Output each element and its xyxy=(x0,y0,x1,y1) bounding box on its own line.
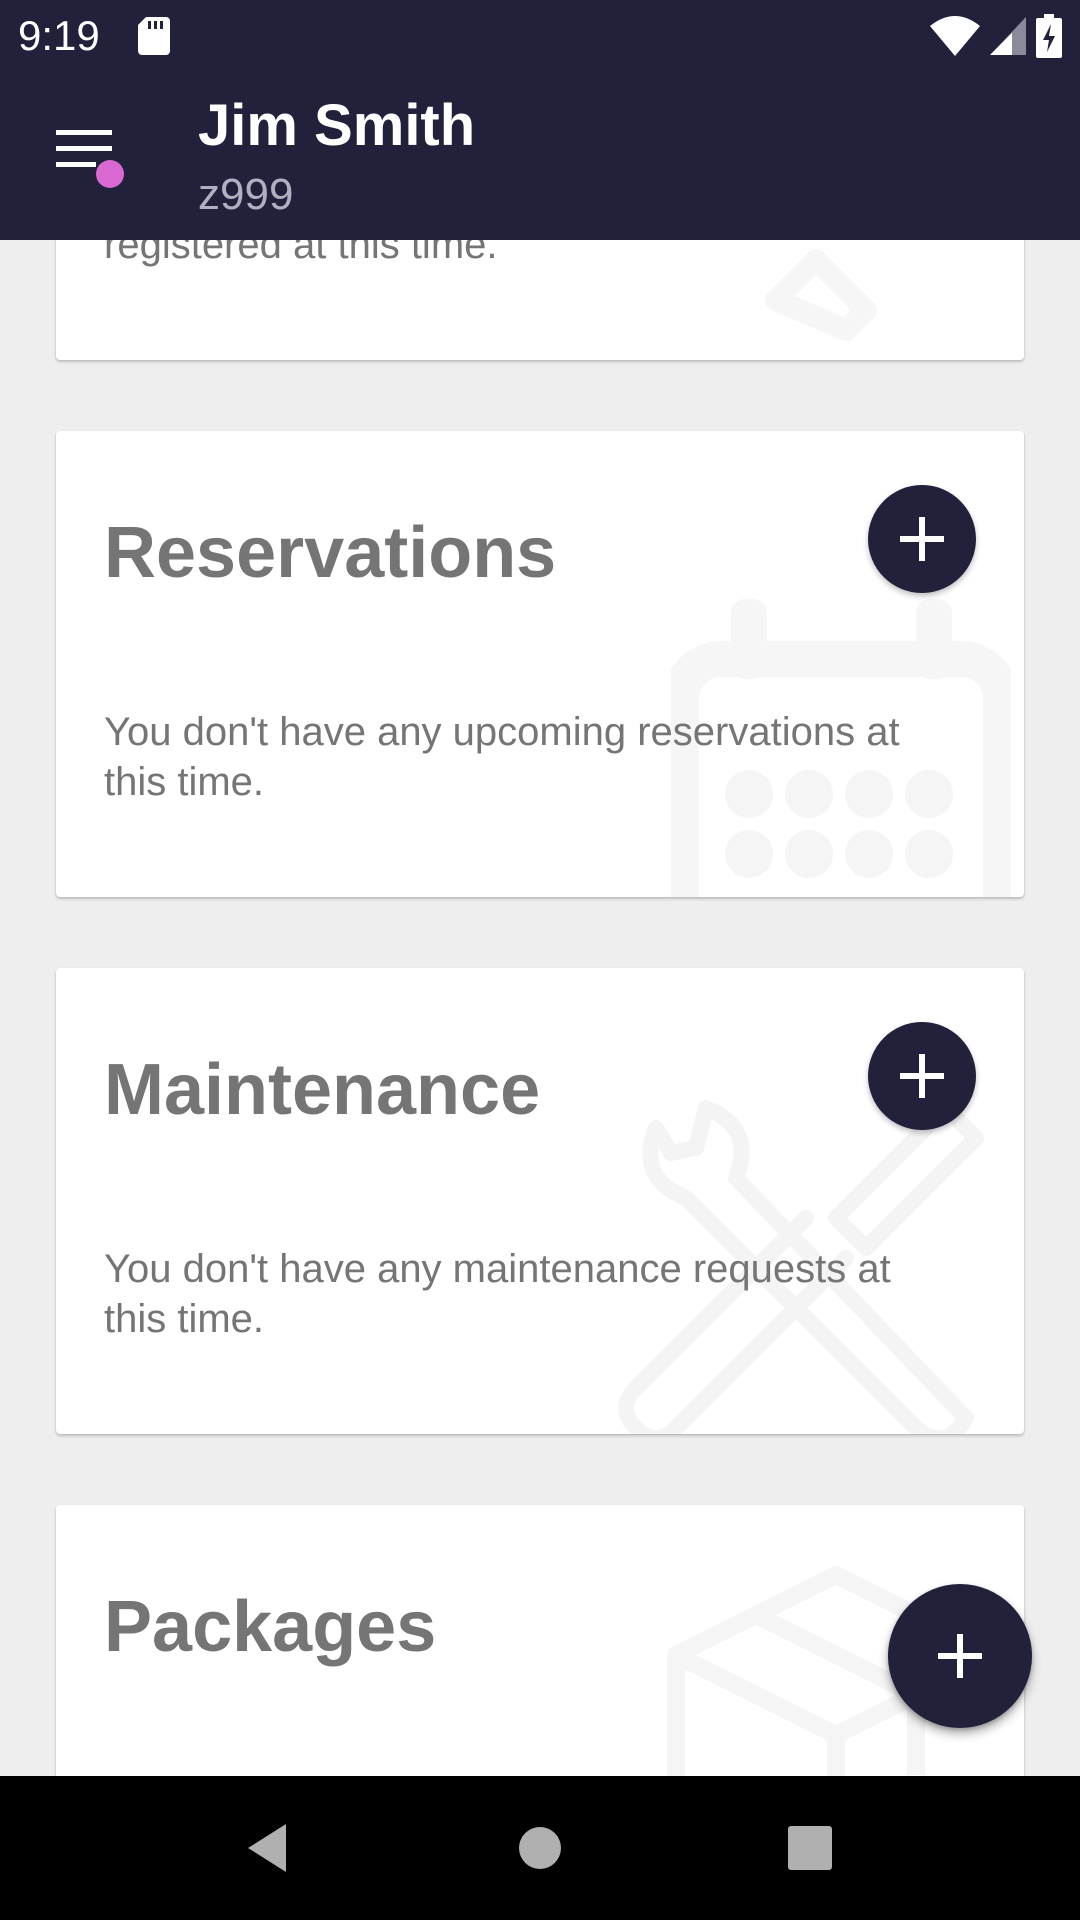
card-maintenance: Maintenance You don't have any maintenan… xyxy=(56,968,1024,1434)
status-time: 9:19 xyxy=(18,12,100,59)
packages-title: Packages xyxy=(104,1587,437,1667)
plus-icon xyxy=(900,517,944,561)
user-name: Jim Smith xyxy=(198,93,476,158)
sd-card-icon xyxy=(138,17,170,55)
add-maintenance-button[interactable] xyxy=(868,1022,976,1130)
notification-dot xyxy=(96,160,124,188)
maintenance-title: Maintenance xyxy=(104,1050,541,1130)
home-icon[interactable] xyxy=(504,1812,576,1884)
plus-icon xyxy=(900,1054,944,1098)
battery-charging-icon xyxy=(1036,14,1062,58)
recents-icon[interactable] xyxy=(774,1812,846,1884)
reservations-title: Reservations xyxy=(104,513,557,593)
reservations-text: You don't have any upcoming reservations… xyxy=(104,710,900,804)
user-unit: z999 xyxy=(198,170,294,219)
content-scroll[interactable]: registered at this time. Reservations Yo… xyxy=(0,240,1080,1776)
wifi-icon xyxy=(930,16,980,56)
status-bar: 9:19 xyxy=(0,0,1080,72)
background-icon xyxy=(765,249,877,341)
back-icon[interactable] xyxy=(234,1812,306,1884)
floating-add-button[interactable] xyxy=(888,1584,1032,1728)
add-reservation-button[interactable] xyxy=(868,485,976,593)
card-reservations: Reservations You don't have any upcoming… xyxy=(56,431,1024,897)
signal-icon xyxy=(990,17,1026,55)
menu-button[interactable] xyxy=(40,112,136,192)
app-bar: Jim Smith z999 xyxy=(0,72,1080,240)
status-icons xyxy=(930,14,1062,58)
card-packages: Packages xyxy=(56,1505,1024,1776)
maintenance-text: You don't have any maintenance requests … xyxy=(104,1247,891,1341)
card-top-partial: registered at this time. xyxy=(56,240,1024,360)
system-navigation-bar xyxy=(0,1776,1080,1920)
plus-icon xyxy=(938,1634,982,1678)
